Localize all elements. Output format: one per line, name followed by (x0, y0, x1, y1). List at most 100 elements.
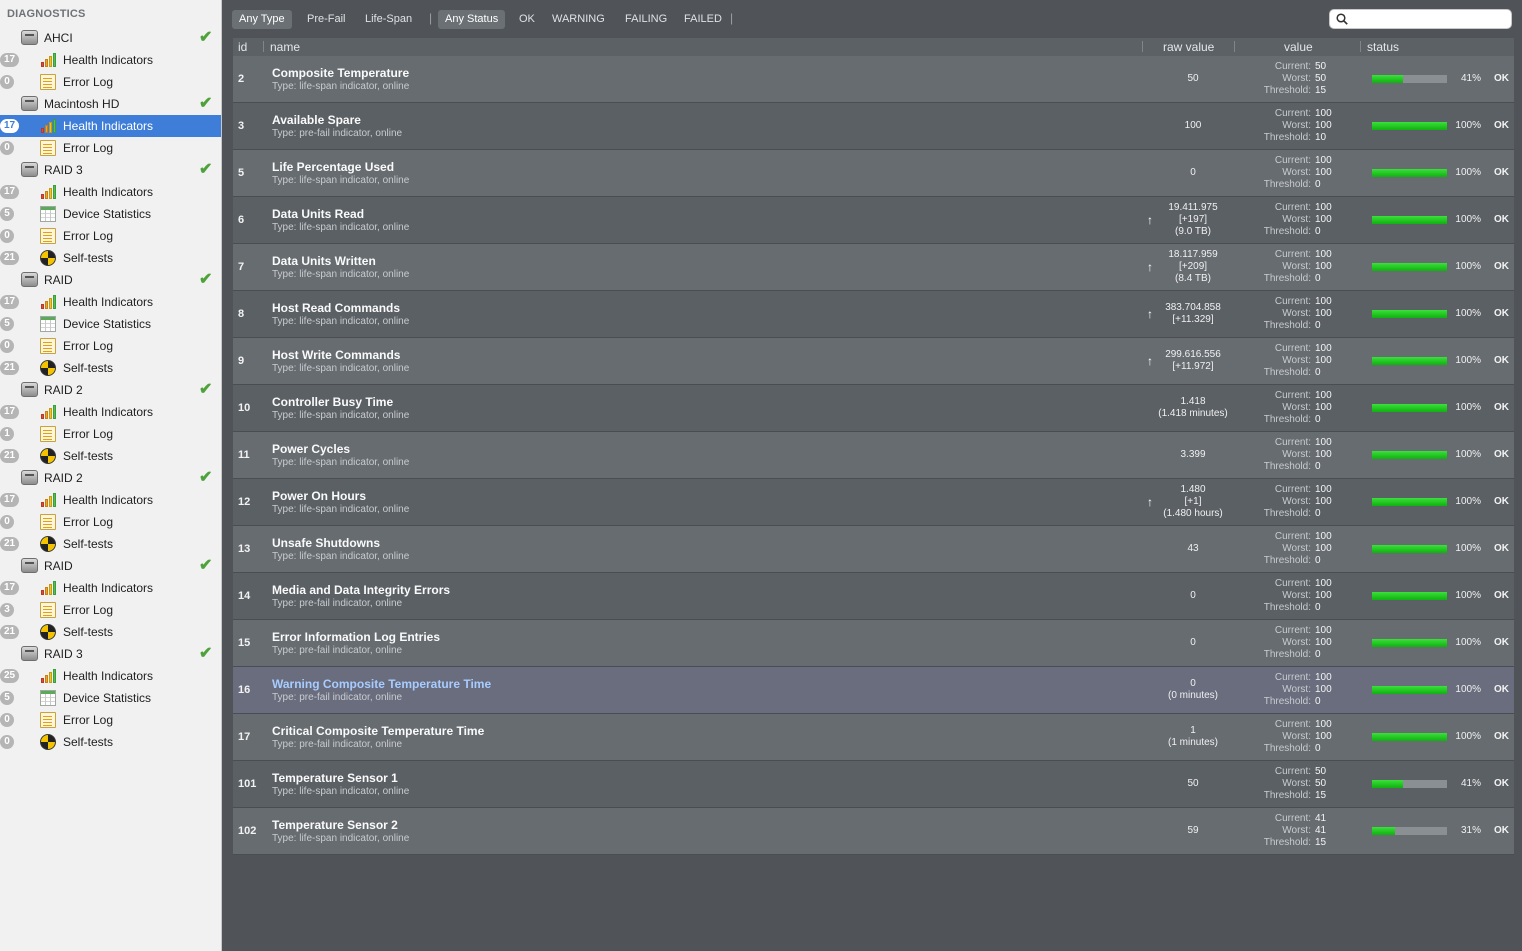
table-row[interactable]: 7 Data Units Written Type: life-span indic… (233, 244, 1514, 291)
column-header-status[interactable]: status (1367, 40, 1399, 54)
filter-any-status[interactable]: Any Status (438, 10, 506, 29)
count-badge: 0 (0, 229, 14, 243)
current-value: 100 (1315, 296, 1332, 307)
indicator-name: Temperature Sensor 1 (272, 771, 398, 785)
table-row[interactable]: 3 Available Spare Type: pre-fail indicator… (233, 103, 1514, 150)
status-label: OK (1494, 637, 1509, 648)
sidebar-item[interactable]: Self-tests 21 (0, 357, 221, 379)
sidebar-disk-item[interactable]: AHCI ✔ (0, 27, 221, 49)
indicator-name: Host Read Commands (272, 301, 401, 315)
sidebar-item[interactable]: Error Log 0 (0, 225, 221, 247)
sidebar-item[interactable]: Health Indicators 17 (0, 401, 221, 423)
health-percent: 100% (1455, 120, 1481, 131)
sidebar-disk-label: RAID (44, 273, 73, 287)
indicator-type: Type: life-span indicator, online (272, 786, 410, 797)
indicator-name: Data Units Written (272, 254, 376, 268)
sidebar-item[interactable]: Health Indicators 25 (0, 665, 221, 687)
sidebar-item[interactable]: Self-tests 21 (0, 445, 221, 467)
sidebar-disk-item[interactable]: RAID 2 ✔ (0, 467, 221, 489)
sidebar-item-label: Error Log (63, 339, 114, 353)
filter-failed[interactable]: FAILED (677, 10, 729, 29)
table-row[interactable]: 101 Temperature Sensor 1 Type: life-span i… (233, 761, 1514, 808)
count-badge: 17 (0, 119, 20, 133)
sidebar-item[interactable]: Error Log 0 (0, 137, 221, 159)
table-row[interactable]: 14 Media and Data Integrity Errors Type: p… (233, 573, 1514, 620)
sidebar-disk-item[interactable]: RAID ✔ (0, 555, 221, 577)
search-input[interactable] (1352, 12, 1506, 28)
indicator-type: Type: life-span indicator, online (272, 551, 410, 562)
sidebar-item[interactable]: Self-tests 21 (0, 621, 221, 643)
sidebar-item[interactable]: Error Log 0 (0, 709, 221, 731)
sidebar-item[interactable]: Health Indicators 17 (0, 577, 221, 599)
sidebar-disk-item[interactable]: Macintosh HD ✔ (0, 93, 221, 115)
sidebar-disk-item[interactable]: RAID 3 ✔ (0, 159, 221, 181)
sidebar-item[interactable]: Error Log 0 (0, 335, 221, 357)
threshold-label: Threshold: (1263, 837, 1311, 848)
table-row[interactable]: 10 Controller Busy Time Type: life-span in… (233, 385, 1514, 432)
sidebar-item[interactable]: Health Indicators 17 (0, 489, 221, 511)
column-header-name[interactable]: name (270, 40, 300, 54)
health-indicators-icon (40, 118, 56, 134)
threshold-label: Threshold: (1263, 696, 1311, 707)
self-tests-icon (40, 448, 56, 464)
sidebar-item[interactable]: Device Statistics 5 (0, 313, 221, 335)
health-percent: 100% (1455, 496, 1481, 507)
sidebar-item[interactable]: Health Indicators 17 (0, 181, 221, 203)
health-indicators-icon (40, 492, 56, 508)
sidebar-item-label: Health Indicators (63, 493, 154, 507)
table-row[interactable]: 13 Unsafe Shutdowns Type: life-span indica… (233, 526, 1514, 573)
table-row[interactable]: 16 Warning Composite Temperature Time Type… (233, 667, 1514, 714)
sidebar-item-label: Self-tests (63, 537, 114, 551)
sidebar-item[interactable]: Device Statistics 5 (0, 203, 221, 225)
table-row[interactable]: 2 Composite Temperature Type: life-span in… (233, 56, 1514, 103)
sidebar-item[interactable]: Self-tests 21 (0, 247, 221, 269)
indicator-name: Media and Data Integrity Errors (272, 583, 451, 597)
filter-life-span[interactable]: Life-Span (358, 10, 419, 29)
sidebar-item[interactable]: Health Indicators 17 (0, 49, 221, 71)
table-row[interactable]: 11 Power Cycles Type: life-span indicator,… (233, 432, 1514, 479)
column-header-value[interactable]: value (1284, 40, 1313, 54)
sidebar-item[interactable]: Device Statistics 5 (0, 687, 221, 709)
filter-failing[interactable]: FAILING (618, 10, 674, 29)
worst-label: Worst: (1282, 308, 1311, 319)
sidebar-item[interactable]: Error Log 3 (0, 599, 221, 621)
column-header-id[interactable]: id (238, 40, 247, 54)
indicator-name: Available Spare (272, 113, 361, 127)
table-row[interactable]: 102 Temperature Sensor 2 Type: life-span i… (233, 808, 1514, 855)
sidebar-item[interactable]: Error Log 0 (0, 71, 221, 93)
health-percent: 31% (1460, 825, 1481, 836)
table-row[interactable]: 15 Error Information Log Entries Type: pre… (233, 620, 1514, 667)
threshold-value: 0 (1315, 696, 1321, 707)
table-row[interactable]: 9 Host Write Commands Type: life-span indi… (233, 338, 1514, 385)
filter-pre-fail[interactable]: Pre-Fail (300, 10, 353, 29)
table-row[interactable]: 6 Data Units Read Type: life-span indicato… (233, 197, 1514, 244)
row-id: 9 (238, 355, 245, 367)
count-badge: 0 (0, 515, 14, 529)
filter-any-type[interactable]: Any Type (232, 10, 292, 29)
table-row[interactable]: 5 Life Percentage Used Type: life-span ind… (233, 150, 1514, 197)
sidebar-disk-item[interactable]: RAID 3 ✔ (0, 643, 221, 665)
indicator-type: Type: pre-fail indicator, online (272, 645, 403, 656)
table-row[interactable]: 12 Power On Hours Type: life-span indicato… (233, 479, 1514, 526)
indicator-type: Type: life-span indicator, online (272, 833, 410, 844)
status-label: OK (1494, 308, 1509, 319)
filter-warning[interactable]: WARNING (545, 10, 612, 29)
filter-ok[interactable]: OK (512, 10, 542, 29)
search-field[interactable] (1329, 9, 1512, 29)
device-statistics-icon (40, 316, 56, 332)
sidebar-item[interactable]: Error Log 0 (0, 511, 221, 533)
sidebar-item[interactable]: Health Indicators 17 (0, 115, 221, 137)
table-row[interactable]: 17 Critical Composite Temperature Time Typ… (233, 714, 1514, 761)
sidebar-item[interactable]: Self-tests 21 (0, 533, 221, 555)
table-row[interactable]: 8 Host Read Commands Type: life-span indic… (233, 291, 1514, 338)
sidebar-disk-item[interactable]: RAID 2 ✔ (0, 379, 221, 401)
sidebar-item[interactable]: Self-tests 0 (0, 731, 221, 753)
raw-value-line: 1.480 (1180, 484, 1206, 495)
sidebar-item[interactable]: Health Indicators 17 (0, 291, 221, 313)
health-progress-fill (1372, 216, 1447, 224)
sidebar-disk-item[interactable]: RAID ✔ (0, 269, 221, 291)
health-progress-fill (1372, 75, 1403, 83)
status-label: OK (1494, 731, 1509, 742)
sidebar-item[interactable]: Error Log 1 (0, 423, 221, 445)
column-header-raw-value[interactable]: raw value (1163, 40, 1214, 54)
